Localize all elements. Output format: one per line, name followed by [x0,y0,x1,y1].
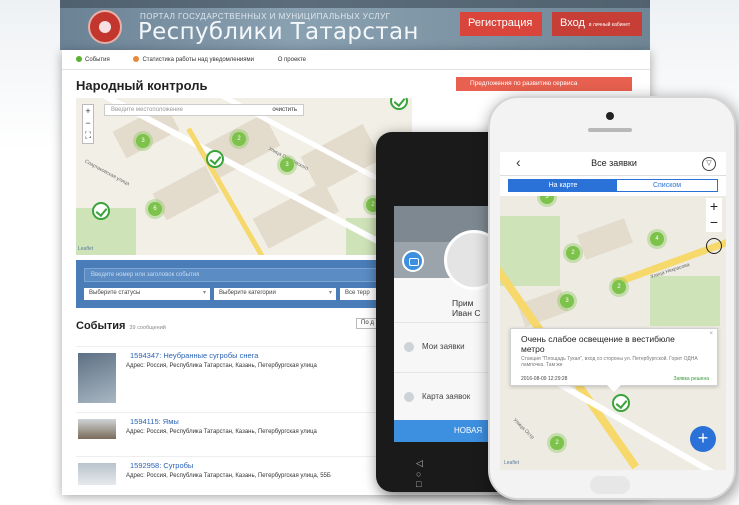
resolved-marker-icon[interactable] [206,150,224,168]
speaker [588,128,632,132]
profile-name-line1: Прим [452,298,474,308]
page-title: Народный контроль [76,78,208,93]
filter-icon[interactable]: ▽ [702,157,716,171]
event-photo[interactable] [78,463,116,485]
events-count: 39 сообщений [129,325,166,331]
map-zoom-control[interactable]: + − ⛶ [82,104,94,144]
resolved-marker-icon[interactable] [612,394,630,412]
tatarstan-logo[interactable] [88,10,122,44]
suggest-button[interactable]: Предложения по развитию сервиса [456,77,632,91]
event-row[interactable]: 1594347: Неубранные сугробы снега Адрес:… [76,346,412,408]
event-filters: Введите номер или заголовок события Выбе… [76,260,412,308]
home-button[interactable] [590,476,630,494]
event-photo[interactable] [78,419,116,439]
map-attribution[interactable]: Leaflet [504,460,519,466]
map-search-placeholder: Введите местоположение [111,107,183,113]
app-header: ‹ Все заявки ▽ [500,152,726,176]
event-title[interactable]: 1594115: Ямы [130,417,179,426]
event-photo[interactable] [78,353,116,403]
map-cluster[interactable]: 2 [566,246,580,260]
event-address: Адрес: Россия, Республика Татарстан, Каз… [126,473,331,479]
nav-stats-label: Статистика работы над уведомлениями [142,57,255,63]
profile-name: Прим Иван С [452,298,480,318]
register-button[interactable]: Регистрация [460,12,542,36]
composite-screenshot: ПОРТАЛ ГОСУДАРСТВЕННЫХ И МУНИЦИПАЛЬНЫХ У… [0,0,739,505]
popup-status: Заявка решена [673,376,709,382]
locate-icon[interactable] [706,238,722,254]
map-park [500,216,560,286]
login-button[interactable]: Вход в личный кабинет [552,12,642,36]
nav-events[interactable]: События [76,56,110,63]
resolved-marker-icon[interactable] [92,202,110,220]
map-cluster[interactable]: 3 [136,134,150,148]
iphone-screen: ‹ Все заявки ▽ На карте Списком Улица Не… [500,152,726,470]
street-label: Спартаковская улица [83,158,131,188]
map-cluster[interactable]: 2 [612,280,626,294]
status-select[interactable]: Выберите статусы [84,288,210,300]
event-address: Адрес: Россия, Республика Татарстан, Каз… [126,429,317,435]
map-zoom-control[interactable]: + − [706,198,722,232]
back-icon[interactable]: ‹ [516,154,521,170]
map-cluster[interactable]: 3 [280,158,294,172]
profile-name-line2: Иван С [452,308,481,318]
tab-list[interactable]: Списком [617,180,717,191]
map-icon [404,392,414,402]
event-address: Адрес: Россия, Республика Татарстан, Каз… [126,363,317,369]
user-icon [404,342,414,352]
map-cluster[interactable]: 3 [540,196,554,204]
sub-navigation: События Статистика работы над уведомлени… [62,50,650,70]
portal-header: ПОРТАЛ ГОСУДАРСТВЕННЫХ И МУНИЦИПАЛЬНЫХ У… [60,0,650,50]
events-heading-label: События [76,320,126,332]
event-title[interactable]: 1592958: Сугробы [130,461,193,470]
events-heading: События 39 сообщений [76,320,166,332]
map-cluster[interactable]: 2 [550,436,564,450]
camera [606,112,614,120]
requests-map[interactable]: Улица Некрасова Улица Остр 3 4 2 3 2 2 +… [500,196,726,470]
resolved-marker-icon[interactable] [390,98,408,110]
stats-icon [133,56,140,62]
login-sublabel: в личный кабинет [588,22,631,28]
screen-title: Все заявки [591,158,637,168]
view-tabs: На карте Списком [508,179,718,192]
event-row[interactable]: 1594115: Ямы Адрес: Россия, Республика Т… [76,412,412,458]
map-location-input[interactable]: Введите местоположение очистить [104,104,304,116]
map-attribution[interactable]: Leaflet [78,246,93,252]
map-block [152,165,220,221]
category-select[interactable]: Выберите категории [214,288,336,300]
nav-about[interactable]: О проекте [278,57,306,63]
close-icon[interactable]: × [709,331,713,337]
iphone: ‹ Все заявки ▽ На карте Списком Улица Не… [488,96,736,500]
popup-address: Станция "Площадь Тукая", вход со стороны… [521,356,698,368]
map-clear-button[interactable]: очистить [272,107,297,113]
chat-icon[interactable] [402,250,424,272]
event-row[interactable]: 1592958: Сугробы Адрес: Россия, Республи… [76,456,412,495]
nav-stats[interactable]: Статистика работы над уведомлениями [133,56,255,63]
tab-map[interactable]: На карте [509,180,617,191]
events-map[interactable]: Улица Островского Спартаковская улица 3 … [76,98,412,255]
map-block [577,218,633,260]
add-request-button[interactable]: + [690,426,716,452]
popup-date: 2016-08-09 12:29:28 [521,376,568,382]
event-title[interactable]: 1594347: Неубранные сугробы снега [130,351,258,360]
map-park [650,276,720,326]
request-popup[interactable]: × Очень слабое освещение в вестибюле мет… [510,328,718,392]
popup-title[interactable]: Очень слабое освещение в вестибюле метро [521,334,691,354]
my-requests-item[interactable]: Мои заявки [422,342,465,351]
nav-events-label: События [85,57,110,63]
login-label: Вход [560,17,585,29]
portal-title: Республики Татарстан [138,19,419,45]
map-cluster[interactable]: 3 [560,294,574,308]
map-cluster[interactable]: 2 [232,132,246,146]
event-search-input[interactable]: Введите номер или заголовок события [84,268,404,282]
events-icon [76,56,82,62]
street-label: Улица Остр [511,417,536,441]
map-cluster[interactable]: 6 [148,202,162,216]
requests-map-item[interactable]: Карта заявок [422,392,470,401]
map-cluster[interactable]: 4 [650,232,664,246]
